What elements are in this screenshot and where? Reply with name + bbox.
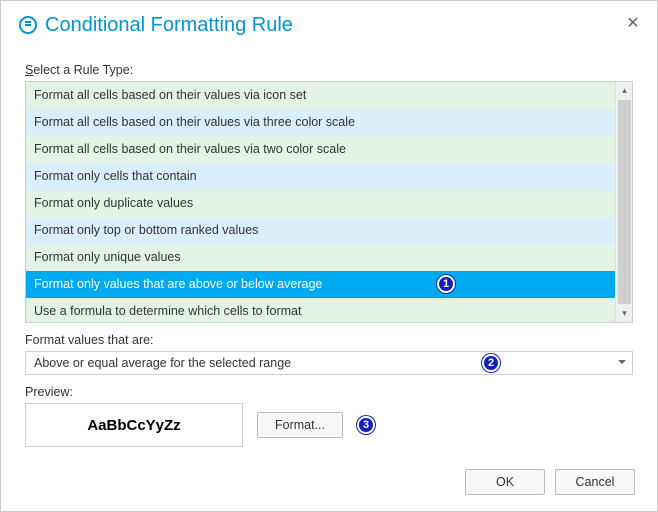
preview-label: Preview: bbox=[25, 385, 633, 399]
rule-type-item[interactable]: Format only duplicate values bbox=[26, 190, 615, 217]
rule-type-item[interactable]: Use a formula to determine which cells t… bbox=[26, 298, 615, 322]
rule-type-label: Select a Rule Type: bbox=[25, 63, 633, 77]
dropdown-selected-text: Above or equal average for the selected … bbox=[34, 356, 291, 370]
rule-type-item-label: Format only values that are above or bel… bbox=[34, 277, 322, 291]
rule-type-item[interactable]: Format only cells that contain bbox=[26, 163, 615, 190]
rule-type-list: Format all cells based on their values v… bbox=[25, 81, 633, 323]
scroll-thumb[interactable] bbox=[618, 100, 631, 304]
format-values-label: Format values that are: bbox=[25, 333, 633, 347]
ok-button[interactable]: OK bbox=[465, 469, 545, 495]
rule-type-list-items: Format all cells based on their values v… bbox=[26, 82, 615, 322]
scroll-down-icon[interactable]: ▾ bbox=[616, 305, 633, 322]
rule-type-label-text: elect a Rule Type: bbox=[33, 63, 133, 77]
format-values-dropdown[interactable]: Above or equal average for the selected … bbox=[25, 351, 633, 375]
dialog-buttons: OK Cancel bbox=[465, 469, 635, 495]
app-icon bbox=[19, 16, 37, 34]
rule-type-item[interactable]: Format all cells based on their values v… bbox=[26, 82, 615, 109]
rule-type-item-selected[interactable]: Format only values that are above or bel… bbox=[26, 271, 615, 298]
preview-box: AaBbCcYyZz bbox=[25, 403, 243, 447]
rule-type-item[interactable]: Format all cells based on their values v… bbox=[26, 136, 615, 163]
title-bar: Conditional Formatting Rule ✕ bbox=[1, 1, 657, 49]
rule-type-item[interactable]: Format all cells based on their values v… bbox=[26, 109, 615, 136]
cancel-button[interactable]: Cancel bbox=[555, 469, 635, 495]
preview-row: AaBbCcYyZz Format... 3 bbox=[25, 403, 633, 447]
chevron-down-icon bbox=[618, 360, 626, 364]
rule-type-item[interactable]: Format only top or bottom ranked values bbox=[26, 217, 615, 244]
annotation-badge-3: 3 bbox=[357, 416, 375, 434]
close-icon[interactable]: ✕ bbox=[623, 15, 643, 35]
scroll-up-icon[interactable]: ▴ bbox=[616, 82, 633, 99]
dialog-title: Conditional Formatting Rule bbox=[45, 14, 623, 37]
rule-type-item[interactable]: Format only unique values bbox=[26, 244, 615, 271]
dialog-window: { "title": "Conditional Formatting Rule"… bbox=[0, 0, 658, 512]
scrollbar[interactable]: ▴ ▾ bbox=[615, 82, 632, 322]
format-button[interactable]: Format... bbox=[257, 412, 343, 438]
annotation-badge-2: 2 bbox=[482, 354, 500, 372]
dialog-body: Select a Rule Type: Format all cells bas… bbox=[1, 49, 657, 461]
annotation-badge-1: 1 bbox=[437, 275, 455, 293]
